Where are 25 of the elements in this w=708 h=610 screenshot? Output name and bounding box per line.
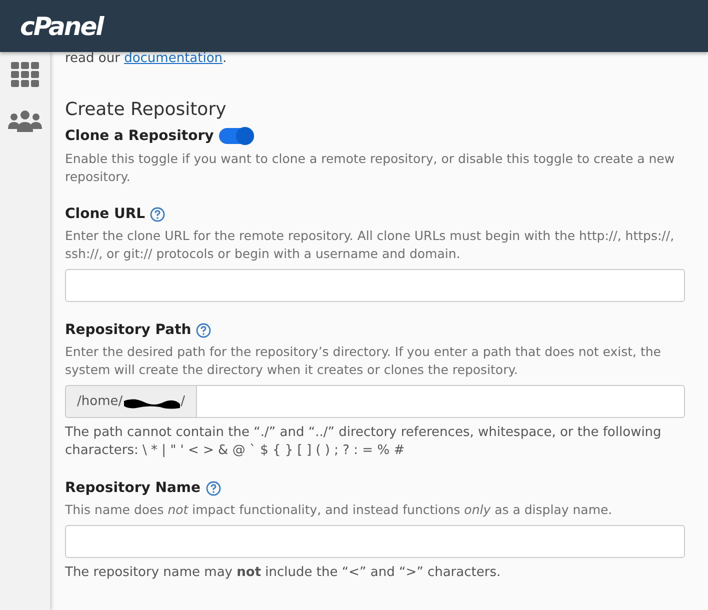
help-icon[interactable] — [206, 480, 221, 496]
field-label: Repository Name — [65, 480, 201, 496]
input-field[interactable] — [65, 269, 685, 302]
field-description: This name does not impact functionality, and instead functions only as a display name. — [65, 501, 614, 519]
users-icon[interactable] — [7, 110, 43, 132]
input-field[interactable] — [65, 525, 685, 558]
section-title: Create Repository — [65, 99, 228, 120]
toggle-description: Enable this toggle if you want to clone a remote repository, or disable this toggle to create a new repository. — [65, 150, 676, 186]
prefix-text: /home/ — [77, 394, 123, 409]
field-description: Enter the desired path for the repository’s directory. If you enter a path that does not exist, the system will create the directory when it creates or clones the repository. — [65, 343, 662, 379]
field-note: The path cannot contain the “./” and “../” directory references, whitespace, or the following characters: \ * | " ' < > & @ ` $ { } [ ] ( ) ; ? : = % # — [65, 424, 662, 460]
intro-text: read our documentation. — [65, 51, 228, 67]
documentation-link[interactable]: documentation — [124, 51, 223, 66]
field-label: Repository Path — [65, 322, 192, 338]
field-description: Enter the clone URL for the remote repository. All clone URLs must begin with the http://, https://, ssh://, or git:// protocols or begin with a username and domain. — [65, 227, 676, 263]
logo[interactable]: cPanel — [20, 12, 103, 40]
field-label: Clone URL — [65, 206, 146, 222]
clone-toggle[interactable] — [218, 128, 254, 144]
prefix-text: / — [180, 394, 186, 409]
help-icon[interactable] — [196, 322, 212, 338]
grid-icon[interactable] — [10, 62, 40, 88]
toggle-label: Clone a Repository — [65, 128, 214, 144]
field-note: The repository name may not include the “<” and “>” characters. — [65, 564, 502, 582]
path-input[interactable] — [196, 385, 685, 418]
help-icon[interactable] — [150, 206, 166, 222]
